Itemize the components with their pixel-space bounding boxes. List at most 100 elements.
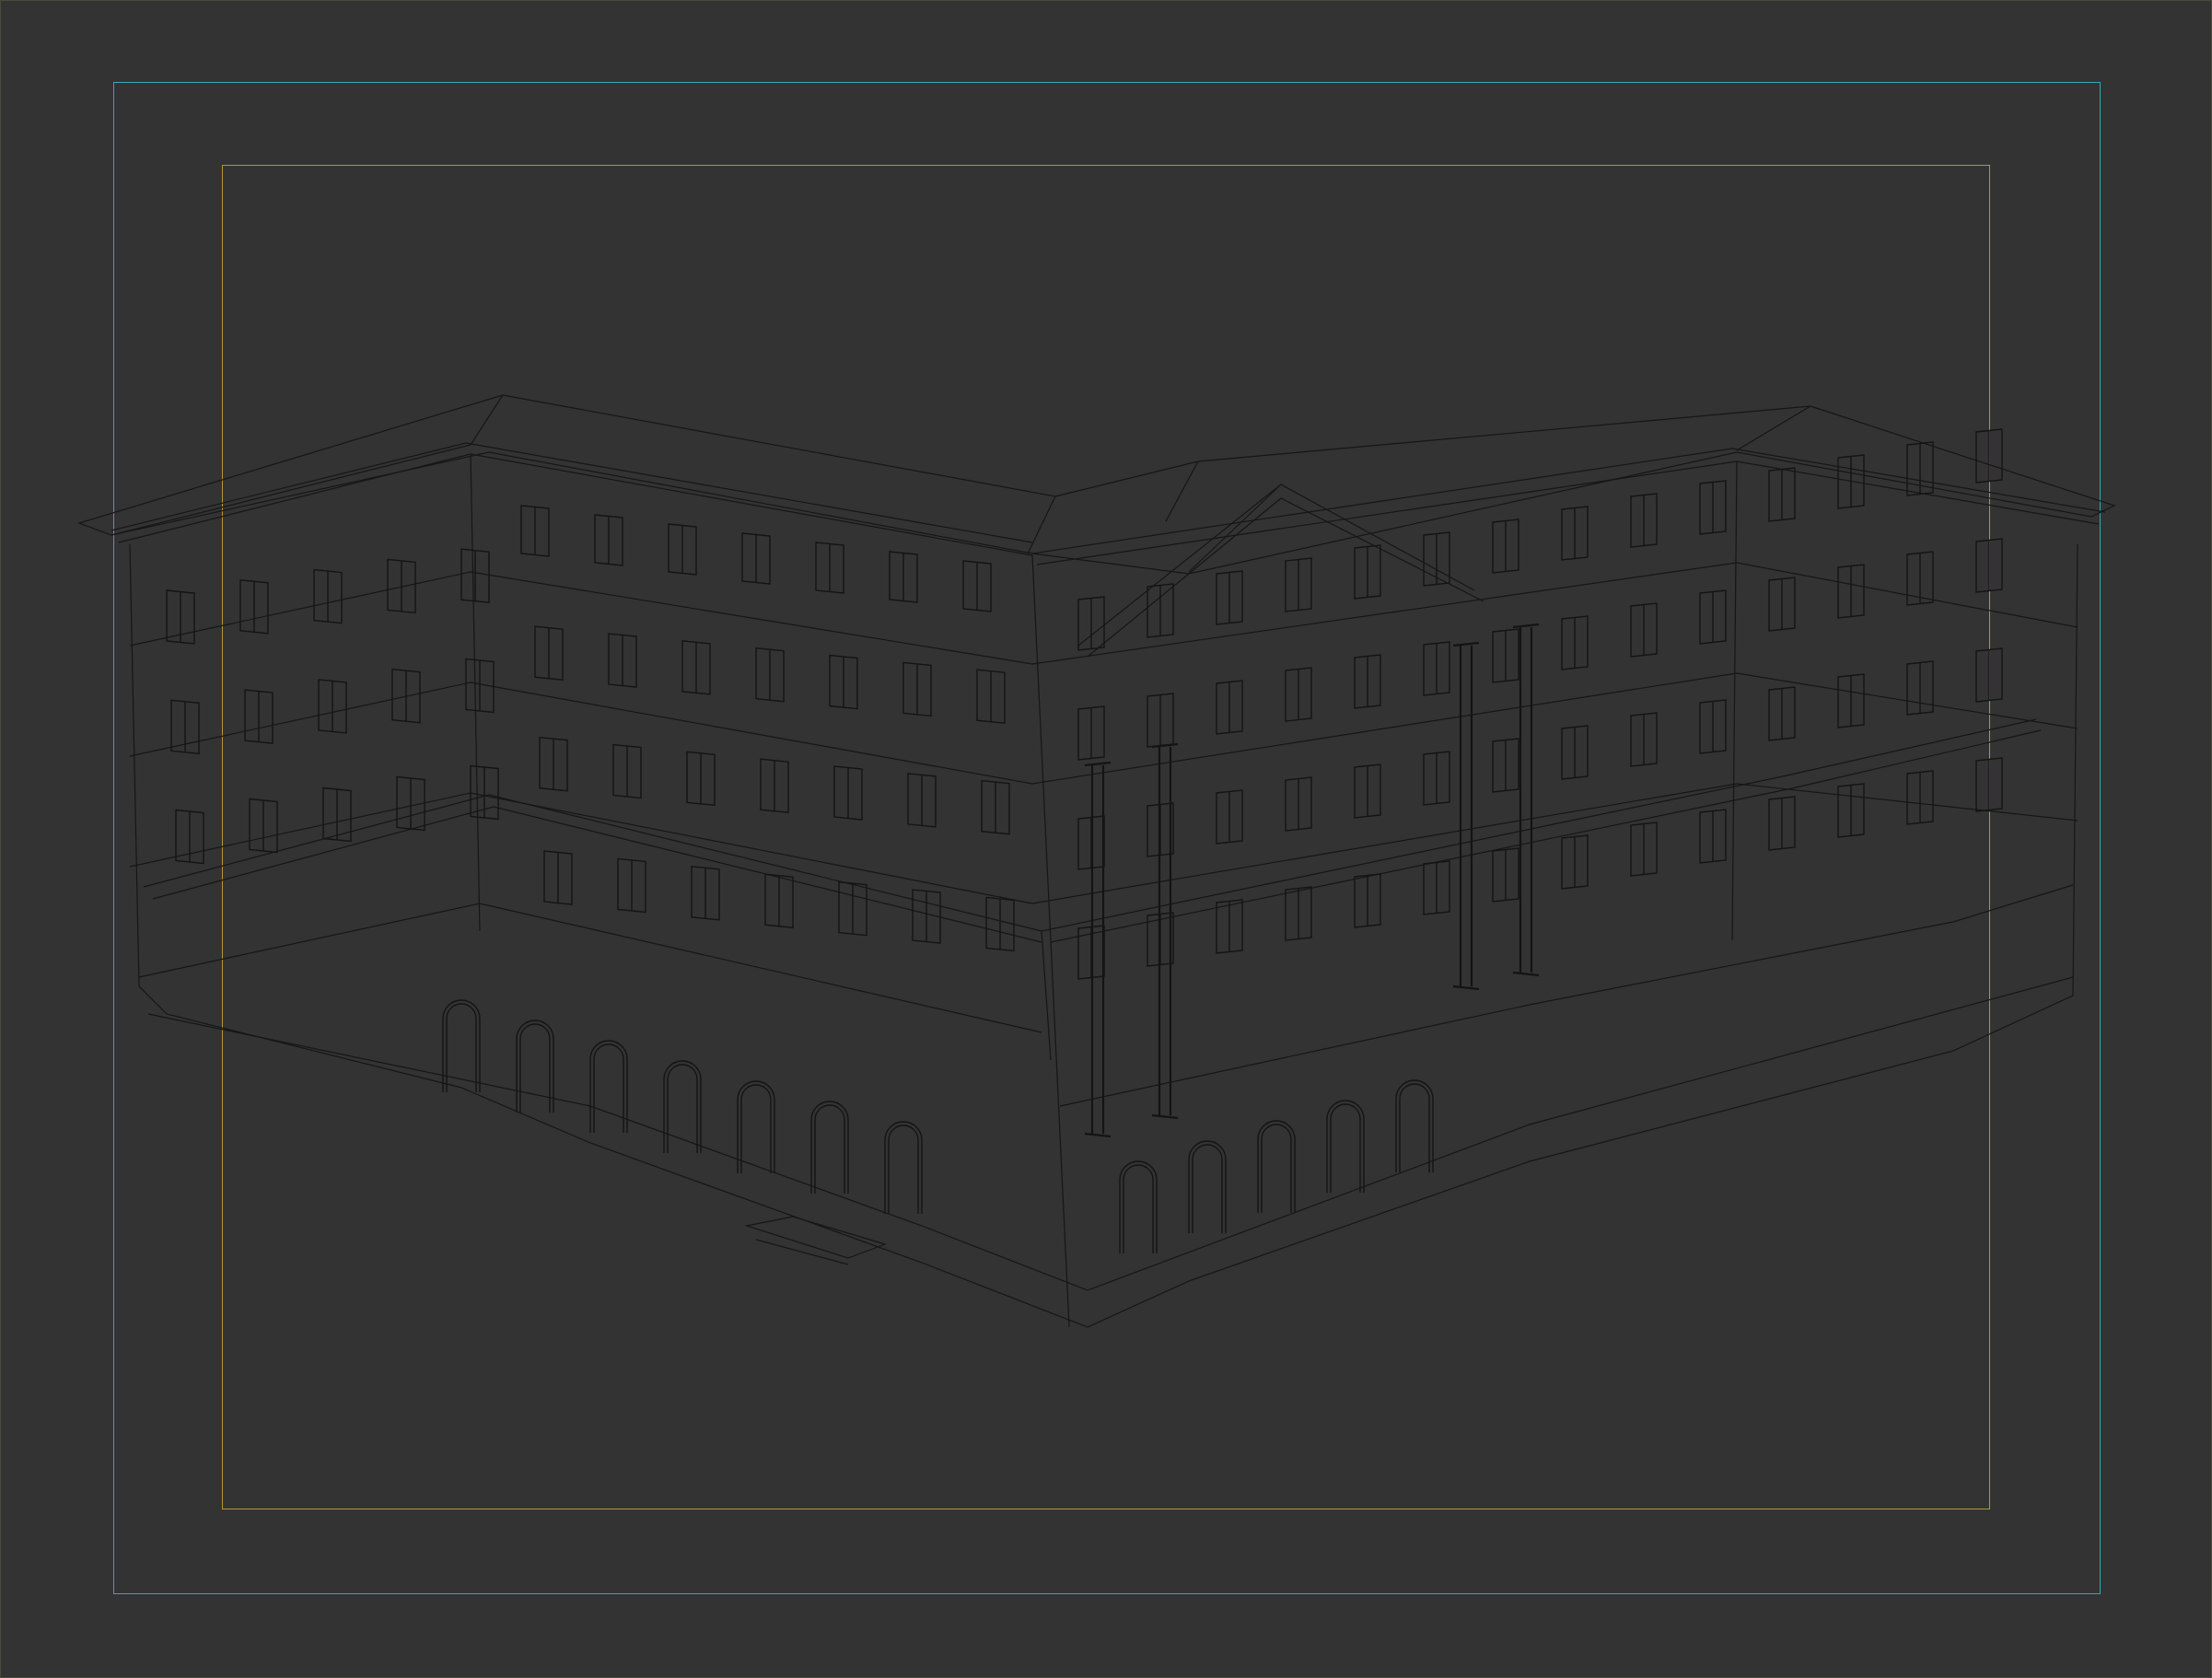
ground-left (147, 1013, 1089, 1291)
window (1423, 641, 1450, 696)
window (760, 758, 789, 813)
window (1216, 570, 1243, 625)
arch-door (589, 1040, 628, 1133)
window (962, 560, 992, 612)
floor-band-right-1 (1031, 562, 2078, 665)
window (691, 866, 720, 921)
pediment (1077, 484, 1484, 658)
window (520, 505, 550, 557)
window (1630, 493, 1658, 548)
cornice-right (1031, 448, 2106, 565)
window (1561, 615, 1589, 670)
window (668, 523, 697, 576)
arch-door (737, 1080, 775, 1173)
window (1285, 776, 1312, 832)
window (239, 579, 269, 635)
window (166, 589, 195, 645)
window (1216, 789, 1243, 845)
window (1906, 551, 1934, 606)
3d-viewport[interactable] (0, 0, 2212, 1678)
window (170, 699, 200, 755)
floor-band-left-2 (129, 682, 1033, 785)
arch-door (1326, 1100, 1365, 1193)
window (1630, 602, 1658, 658)
window (1561, 725, 1589, 780)
window (460, 548, 490, 603)
window (249, 798, 278, 854)
window (686, 751, 716, 807)
window (833, 765, 863, 821)
window (534, 625, 564, 681)
ground-right (1087, 976, 2074, 1291)
window (594, 514, 623, 566)
window (539, 736, 568, 792)
window (612, 743, 642, 799)
window (1354, 654, 1381, 709)
window (1147, 693, 1174, 748)
roof-outline (77, 394, 2116, 575)
window (838, 880, 867, 937)
arch-door (1119, 1160, 1158, 1253)
window (1768, 686, 1796, 741)
window (1975, 647, 2003, 703)
window (1492, 847, 1519, 903)
window (815, 542, 844, 594)
window (1768, 467, 1796, 522)
wall-left-front (129, 543, 1190, 1328)
column (1151, 742, 1179, 1120)
window (313, 568, 343, 624)
wall-right-back (1731, 460, 1738, 941)
floor-band-right-3 (1031, 783, 2078, 904)
window (1699, 809, 1727, 864)
window (1354, 873, 1381, 928)
window (1975, 428, 2003, 484)
window (1699, 480, 1727, 535)
floor-band-left-4 (138, 903, 1042, 1033)
window (741, 532, 771, 585)
terrace-right (1041, 718, 2042, 943)
arch-door (442, 999, 481, 1092)
building-wireframe[interactable] (1, 1, 2211, 1677)
window (902, 661, 932, 717)
window (1285, 557, 1312, 612)
window (985, 896, 1015, 952)
arch-door (1188, 1140, 1227, 1233)
window (976, 669, 1006, 725)
window (244, 689, 274, 744)
window (889, 551, 918, 603)
arch-door (1395, 1079, 1434, 1172)
window (1423, 751, 1450, 806)
window (755, 647, 785, 703)
window (1423, 531, 1450, 587)
window (681, 640, 711, 695)
window (1699, 589, 1727, 645)
window (470, 764, 499, 821)
floor-band-right-2 (1031, 672, 2078, 785)
floor-band-left-3 (129, 792, 1033, 904)
window (1423, 860, 1450, 915)
column (1084, 761, 1112, 1138)
window (1837, 783, 1865, 838)
window (1975, 757, 2003, 812)
arch-door (516, 1020, 554, 1113)
entrance-steps (744, 1216, 887, 1265)
window (1354, 763, 1381, 819)
window (1906, 660, 1934, 716)
window (318, 679, 347, 734)
arch-door (884, 1121, 923, 1214)
window (1492, 628, 1519, 683)
window (1837, 673, 1865, 728)
window (1906, 770, 1934, 825)
arch-door (810, 1101, 849, 1194)
window (1768, 577, 1796, 632)
window (1630, 712, 1658, 767)
window (981, 779, 1010, 835)
arch-door (1257, 1120, 1296, 1213)
window (1768, 796, 1796, 851)
window (1077, 705, 1105, 761)
window (391, 668, 421, 724)
window (829, 654, 858, 710)
floor-band-right-4 (1059, 884, 2074, 1107)
window (1216, 680, 1243, 735)
window (1147, 583, 1174, 638)
